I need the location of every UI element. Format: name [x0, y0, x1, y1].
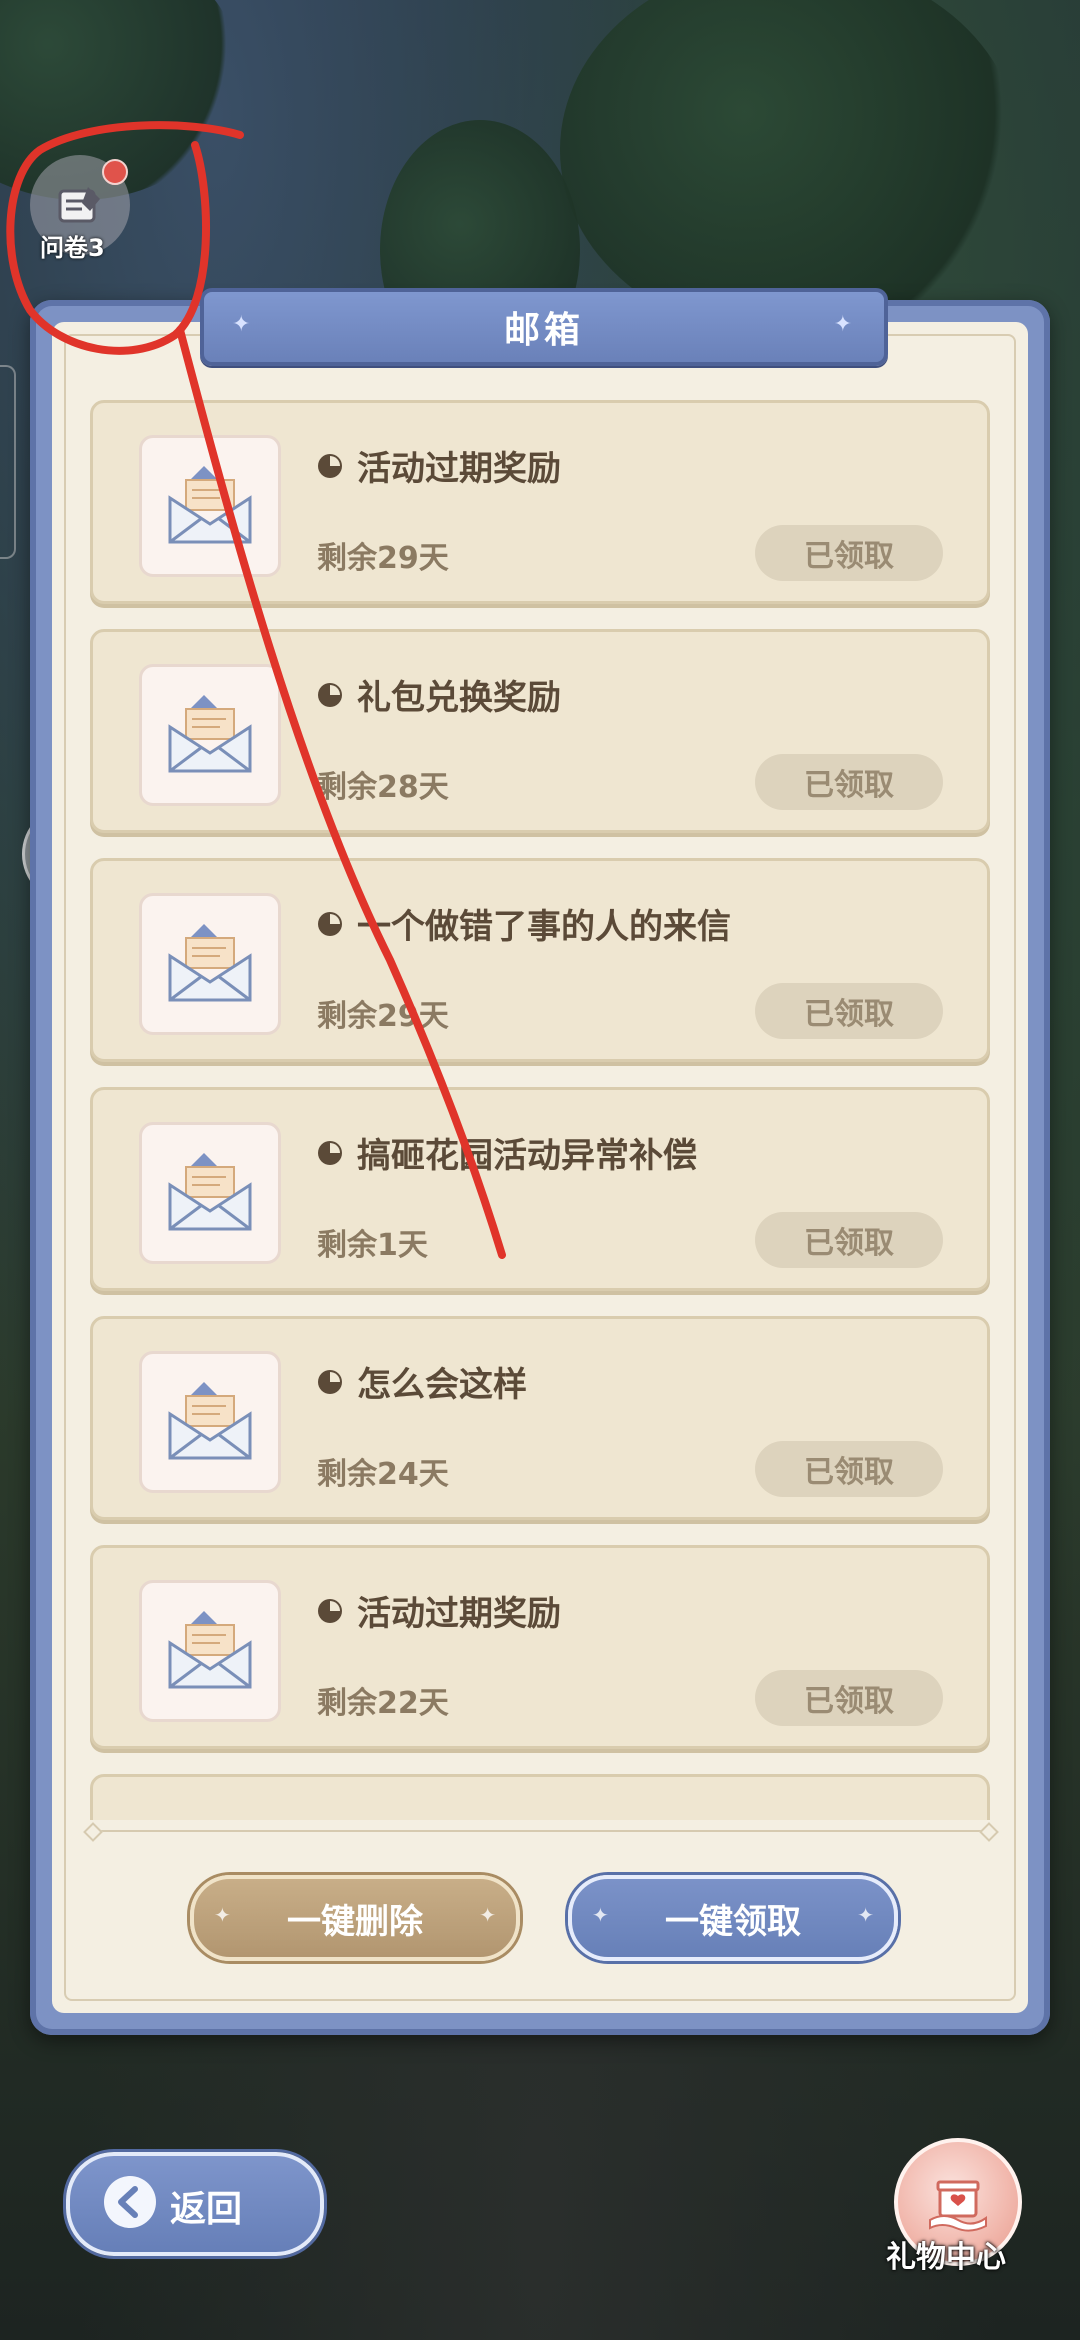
sparkle-icon: ✦	[833, 312, 856, 337]
back-arrow-icon	[104, 2176, 156, 2228]
survey-label: 问卷3	[40, 234, 105, 262]
mail-icon-box	[139, 1351, 281, 1493]
sparkle-icon: ✦	[214, 1903, 231, 1927]
claim-all-label: 一键领取	[665, 1901, 801, 1942]
claimed-status-button[interactable]: 已领取	[755, 1441, 943, 1497]
mail-title: 活动过期奖励	[357, 449, 561, 489]
mail-title-row: 搞砸花园活动异常补偿	[315, 1128, 697, 1177]
notification-dot	[102, 159, 128, 185]
mail-title: 搞砸花园活动异常补偿	[357, 1136, 697, 1176]
mail-icon-box	[139, 1122, 281, 1264]
side-tab-handle[interactable]	[0, 365, 16, 559]
envelope-icon	[168, 1153, 252, 1231]
mail-days-left: 剩余29天	[317, 541, 449, 576]
mail-title: 一个做错了事的人的来信	[357, 907, 731, 947]
mail-icon-box	[139, 435, 281, 577]
mail-days-left: 剩余24天	[317, 1457, 449, 1492]
envelope-icon	[168, 1611, 252, 1689]
mail-item[interactable]: 礼包兑换奖励 剩余28天 已领取	[90, 629, 990, 833]
gift-center-label: 礼物中心	[886, 2240, 1006, 2275]
mail-title-row: 活动过期奖励	[315, 441, 561, 490]
mailbox-title: 邮箱	[503, 310, 584, 351]
claimed-status-button[interactable]: 已领取	[755, 983, 943, 1039]
mail-item-partial[interactable]	[90, 1774, 990, 1820]
timer-icon	[318, 682, 342, 707]
mail-title-row: 礼包兑换奖励	[315, 670, 561, 719]
envelope-icon	[168, 466, 252, 544]
delete-all-label: 一键删除	[287, 1901, 423, 1942]
claimed-status-button[interactable]: 已领取	[755, 754, 943, 810]
delete-all-button[interactable]: ✦ 一键删除 ✦	[190, 1875, 520, 1961]
mail-icon-box	[139, 893, 281, 1035]
mail-title-row: 怎么会这样	[315, 1357, 527, 1406]
envelope-icon	[168, 924, 252, 1002]
mail-title: 礼包兑换奖励	[357, 678, 561, 718]
timer-icon	[318, 1598, 342, 1623]
mail-icon-box	[139, 664, 281, 806]
mail-item[interactable]: 怎么会这样 剩余24天 已领取	[90, 1316, 990, 1520]
claim-all-button[interactable]: ✦ 一键领取 ✦	[568, 1875, 898, 1961]
mail-icon-box	[139, 1580, 281, 1722]
sparkle-icon: ✦	[592, 1903, 609, 1927]
back-label: 返回	[170, 2189, 243, 2230]
envelope-icon	[168, 1382, 252, 1460]
game-screen: 问卷3 ✦ 邮箱 ✦ 活动过期奖励 剩余29天 已领取 礼包兑换奖励 剩余28天…	[0, 0, 1080, 2340]
mail-title: 怎么会这样	[357, 1365, 527, 1405]
claimed-status-button[interactable]: 已领取	[755, 1212, 943, 1268]
sparkle-icon: ✦	[857, 1903, 874, 1927]
mail-item[interactable]: 活动过期奖励 剩余29天 已领取	[90, 400, 990, 604]
survey-scroll-icon	[58, 187, 100, 223]
back-button[interactable]: 返回	[66, 2152, 324, 2256]
gift-hand-icon	[929, 2180, 987, 2232]
claimed-status-button[interactable]: 已领取	[755, 525, 943, 581]
mail-title-row: 活动过期奖励	[315, 1586, 561, 1635]
mail-item[interactable]: 活动过期奖励 剩余22天 已领取	[90, 1545, 990, 1749]
mailbox-title-ribbon: ✦ 邮箱 ✦	[200, 288, 888, 366]
sparkle-icon: ✦	[479, 1903, 496, 1927]
mail-days-left: 剩余29天	[317, 999, 449, 1034]
mail-days-left: 剩余1天	[317, 1228, 428, 1263]
timer-icon	[318, 911, 342, 936]
mail-list[interactable]: 活动过期奖励 剩余29天 已领取 礼包兑换奖励 剩余28天 已领取 一个做错了事…	[90, 400, 990, 1820]
mail-days-left: 剩余22天	[317, 1686, 449, 1721]
timer-icon	[318, 453, 342, 478]
envelope-icon	[168, 695, 252, 773]
mail-item[interactable]: 搞砸花园活动异常补偿 剩余1天 已领取	[90, 1087, 990, 1291]
mail-title-row: 一个做错了事的人的来信	[315, 899, 731, 948]
mail-title: 活动过期奖励	[357, 1594, 561, 1634]
timer-icon	[318, 1140, 342, 1165]
timer-icon	[318, 1369, 342, 1394]
list-divider	[90, 1830, 990, 1832]
mail-days-left: 剩余28天	[317, 770, 449, 805]
claimed-status-button[interactable]: 已领取	[755, 1670, 943, 1726]
mail-item[interactable]: 一个做错了事的人的来信 剩余29天 已领取	[90, 858, 990, 1062]
sparkle-icon: ✦	[232, 312, 255, 337]
